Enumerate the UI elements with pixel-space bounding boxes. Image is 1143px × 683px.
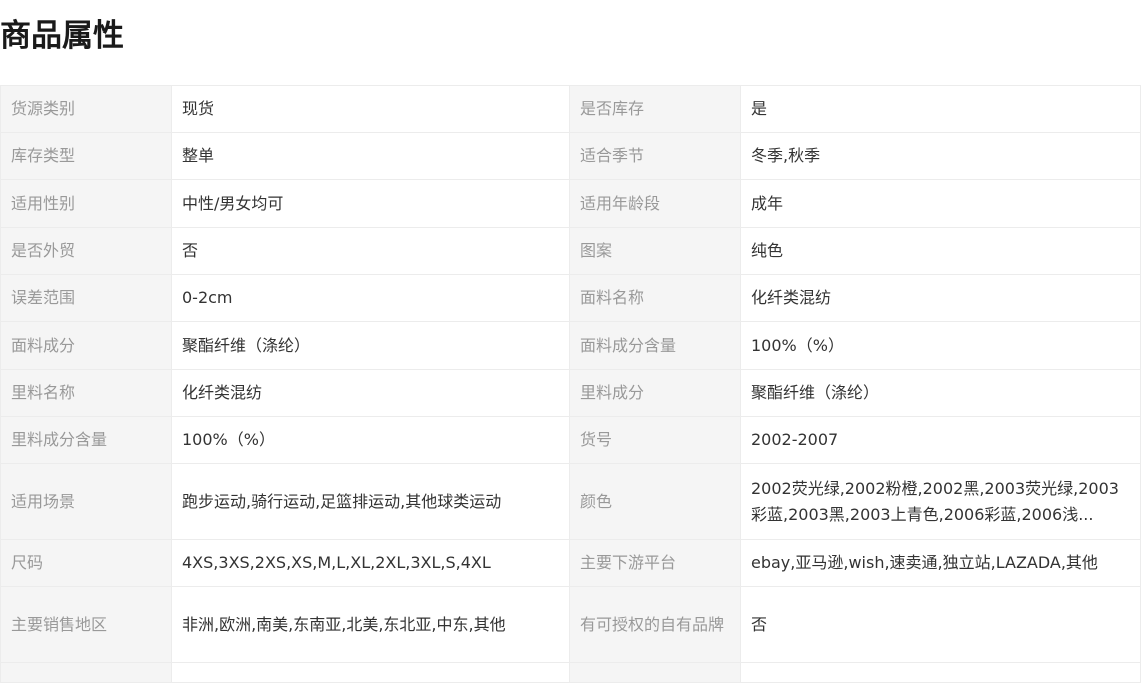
attribute-label: 误差范围 [0, 274, 172, 322]
attribute-label: 适合季节 [569, 132, 741, 180]
attribute-label: 是否库存 [569, 85, 741, 133]
section-title: 商品属性 [0, 18, 124, 54]
attribute-value: 非洲,欧洲,南美,东南亚,北美,东北亚,中东,其他 [171, 586, 570, 663]
attribute-label: 适用年龄段 [569, 179, 741, 228]
attribute-label: 颜色 [569, 463, 741, 540]
attribute-value: 否 [740, 586, 1141, 663]
table-row: 适用场景 跑步运动,骑行运动,足篮排运动,其他球类运动 颜色 2002荧光绿,2… [0, 463, 1141, 540]
attribute-value: 4XS,3XS,2XS,XS,M,L,XL,2XL,3XL,S,4XL [171, 539, 570, 587]
attribute-label: 面料成分含量 [569, 321, 741, 370]
attribute-value: 2002-2007 [740, 416, 1141, 464]
attribute-value: 整单 [171, 132, 570, 180]
attribute-label: 图案 [569, 227, 741, 275]
attribute-label: 里料成分含量 [0, 416, 172, 464]
attribute-value: 纯色 [740, 227, 1141, 275]
attribute-label: 货源类别 [0, 85, 172, 133]
table-row: 误差范围 0-2cm 面料名称 化纤类混纺 [0, 274, 1141, 322]
table-row: 是否外贸 否 图案 纯色 [0, 227, 1141, 275]
attribute-value: 成年 [740, 179, 1141, 228]
attribute-value: 0-2cm [171, 274, 570, 322]
attribute-value: 化纤类混纺 [171, 369, 570, 417]
attribute-value: ebay,亚马逊,wish,速卖通,独立站,LAZADA,其他 [740, 539, 1141, 587]
attribute-label: 有可授权的自有品牌 [569, 586, 741, 663]
attribute-label: 面料成分 [0, 321, 172, 370]
attribute-value: 否 [171, 227, 570, 275]
attribute-label: 主要销售地区 [0, 586, 172, 663]
attribute-label: 里料成分 [569, 369, 741, 417]
attribute-value: 聚酯纤维（涤纶） [740, 369, 1141, 417]
attribute-value: 100%（%） [171, 416, 570, 464]
attribute-value-clamped: 2002荧光绿,2002粉橙,2002黑,2003荧光绿,2003彩蓝,2003… [740, 463, 1141, 540]
attribute-label: 是否外贸 [0, 227, 172, 275]
attribute-value: 是 [740, 85, 1141, 133]
attribute-label: 库存类型 [0, 132, 172, 180]
attribute-value: 100%（%） [740, 321, 1141, 370]
table-row [0, 662, 1141, 683]
attribute-label: 面料名称 [569, 274, 741, 322]
attribute-value: 中性/男女均可 [171, 179, 570, 228]
attribute-label: 货号 [569, 416, 741, 464]
attribute-value: 跑步运动,骑行运动,足篮排运动,其他球类运动 [171, 463, 570, 540]
color-list-text: 2002荧光绿,2002粉橙,2002黑,2003荧光绿,2003彩蓝,2003… [751, 478, 1119, 524]
attribute-value: 化纤类混纺 [740, 274, 1141, 322]
attribute-value: 冬季,秋季 [740, 132, 1141, 180]
attribute-label: 尺码 [0, 539, 172, 587]
attribute-label: 适用性别 [0, 179, 172, 228]
table-row: 库存类型 整单 适合季节 冬季,秋季 [0, 132, 1141, 180]
table-row: 适用性别 中性/男女均可 适用年龄段 成年 [0, 179, 1141, 228]
table-row: 尺码 4XS,3XS,2XS,XS,M,L,XL,2XL,3XL,S,4XL 主… [0, 539, 1141, 587]
product-attributes-table: 货源类别 现货 是否库存 是 库存类型 整单 适合季节 冬季,秋季 适用性别 中… [0, 85, 1141, 683]
attribute-value: 现货 [171, 85, 570, 133]
table-row: 面料成分 聚酯纤维（涤纶） 面料成分含量 100%（%） [0, 321, 1141, 370]
attribute-label: 适用场景 [0, 463, 172, 540]
table-row: 里料名称 化纤类混纺 里料成分 聚酯纤维（涤纶） [0, 369, 1141, 417]
attribute-label: 主要下游平台 [569, 539, 741, 587]
table-row: 货源类别 现货 是否库存 是 [0, 85, 1141, 133]
table-row: 主要销售地区 非洲,欧洲,南美,东南亚,北美,东北亚,中东,其他 有可授权的自有… [0, 586, 1141, 663]
attribute-value: 聚酯纤维（涤纶） [171, 321, 570, 370]
attribute-label: 里料名称 [0, 369, 172, 417]
table-row: 里料成分含量 100%（%） 货号 2002-2007 [0, 416, 1141, 464]
